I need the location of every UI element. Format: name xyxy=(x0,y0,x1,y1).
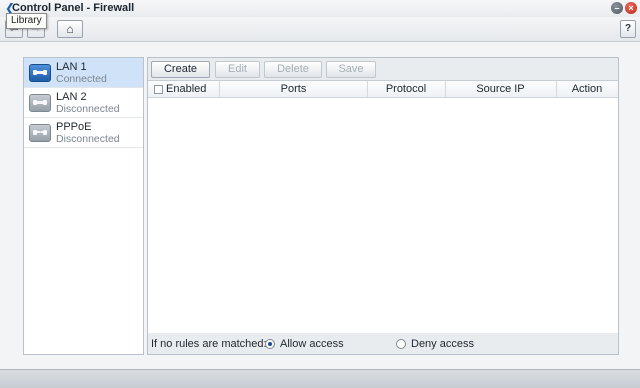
allow-access-radio[interactable] xyxy=(265,339,275,349)
deny-access-label[interactable]: Deny access xyxy=(411,338,474,350)
close-button[interactable]: × xyxy=(625,2,637,14)
lan-icon xyxy=(29,94,51,112)
network-status: Connected xyxy=(56,73,107,85)
network-item-pppoe[interactable]: PPPoE Disconnected xyxy=(24,118,143,148)
firewall-rules-panel: Create Edit Delete Save Enabled Ports Pr… xyxy=(147,57,619,355)
create-button[interactable]: Create xyxy=(151,61,210,78)
column-action[interactable]: Action xyxy=(556,81,618,97)
home-button[interactable]: ⌂ xyxy=(57,20,83,38)
network-status: Disconnected xyxy=(56,133,120,145)
column-enabled[interactable]: Enabled xyxy=(148,81,220,97)
minimize-button[interactable]: – xyxy=(611,2,623,14)
delete-button[interactable]: Delete xyxy=(264,61,322,78)
default-policy-label: If no rules are matched: xyxy=(151,338,267,350)
network-list: LAN 1 Connected LAN 2 Disconnected PPPoE… xyxy=(23,57,144,355)
lan-icon xyxy=(29,64,51,82)
default-policy-row: If no rules are matched: Allow access De… xyxy=(148,334,618,354)
network-item-lan1[interactable]: LAN 1 Connected xyxy=(24,58,143,88)
deny-access-radio[interactable] xyxy=(396,339,406,349)
network-item-lan2[interactable]: LAN 2 Disconnected xyxy=(24,88,143,118)
toolbar: ⇦ ⇨ ⌂ ? xyxy=(0,17,640,42)
bottom-bar xyxy=(0,369,640,388)
help-button[interactable]: ? xyxy=(620,20,636,38)
column-source-ip[interactable]: Source IP xyxy=(445,81,557,97)
allow-access-label[interactable]: Allow access xyxy=(280,338,344,350)
title-bar: ❮ Control Panel - Firewall – × xyxy=(0,0,640,17)
column-protocol[interactable]: Protocol xyxy=(367,81,446,97)
network-status: Disconnected xyxy=(56,103,120,115)
table-header: Enabled Ports Protocol Source IP Action xyxy=(148,81,618,98)
column-label: Enabled xyxy=(166,83,207,95)
rules-table: Enabled Ports Protocol Source IP Action xyxy=(148,80,618,333)
pppoe-icon xyxy=(29,124,51,142)
main-content: LAN 1 Connected LAN 2 Disconnected PPPoE… xyxy=(0,42,640,368)
edit-button[interactable]: Edit xyxy=(215,61,260,78)
network-name: LAN 1 xyxy=(56,61,87,73)
save-button[interactable]: Save xyxy=(326,61,376,78)
network-name: LAN 2 xyxy=(56,91,87,103)
library-tooltip: Library xyxy=(6,13,47,29)
select-all-checkbox[interactable] xyxy=(154,85,163,94)
home-icon: ⌂ xyxy=(66,22,74,36)
network-name: PPPoE xyxy=(56,121,92,133)
column-ports[interactable]: Ports xyxy=(220,81,368,97)
